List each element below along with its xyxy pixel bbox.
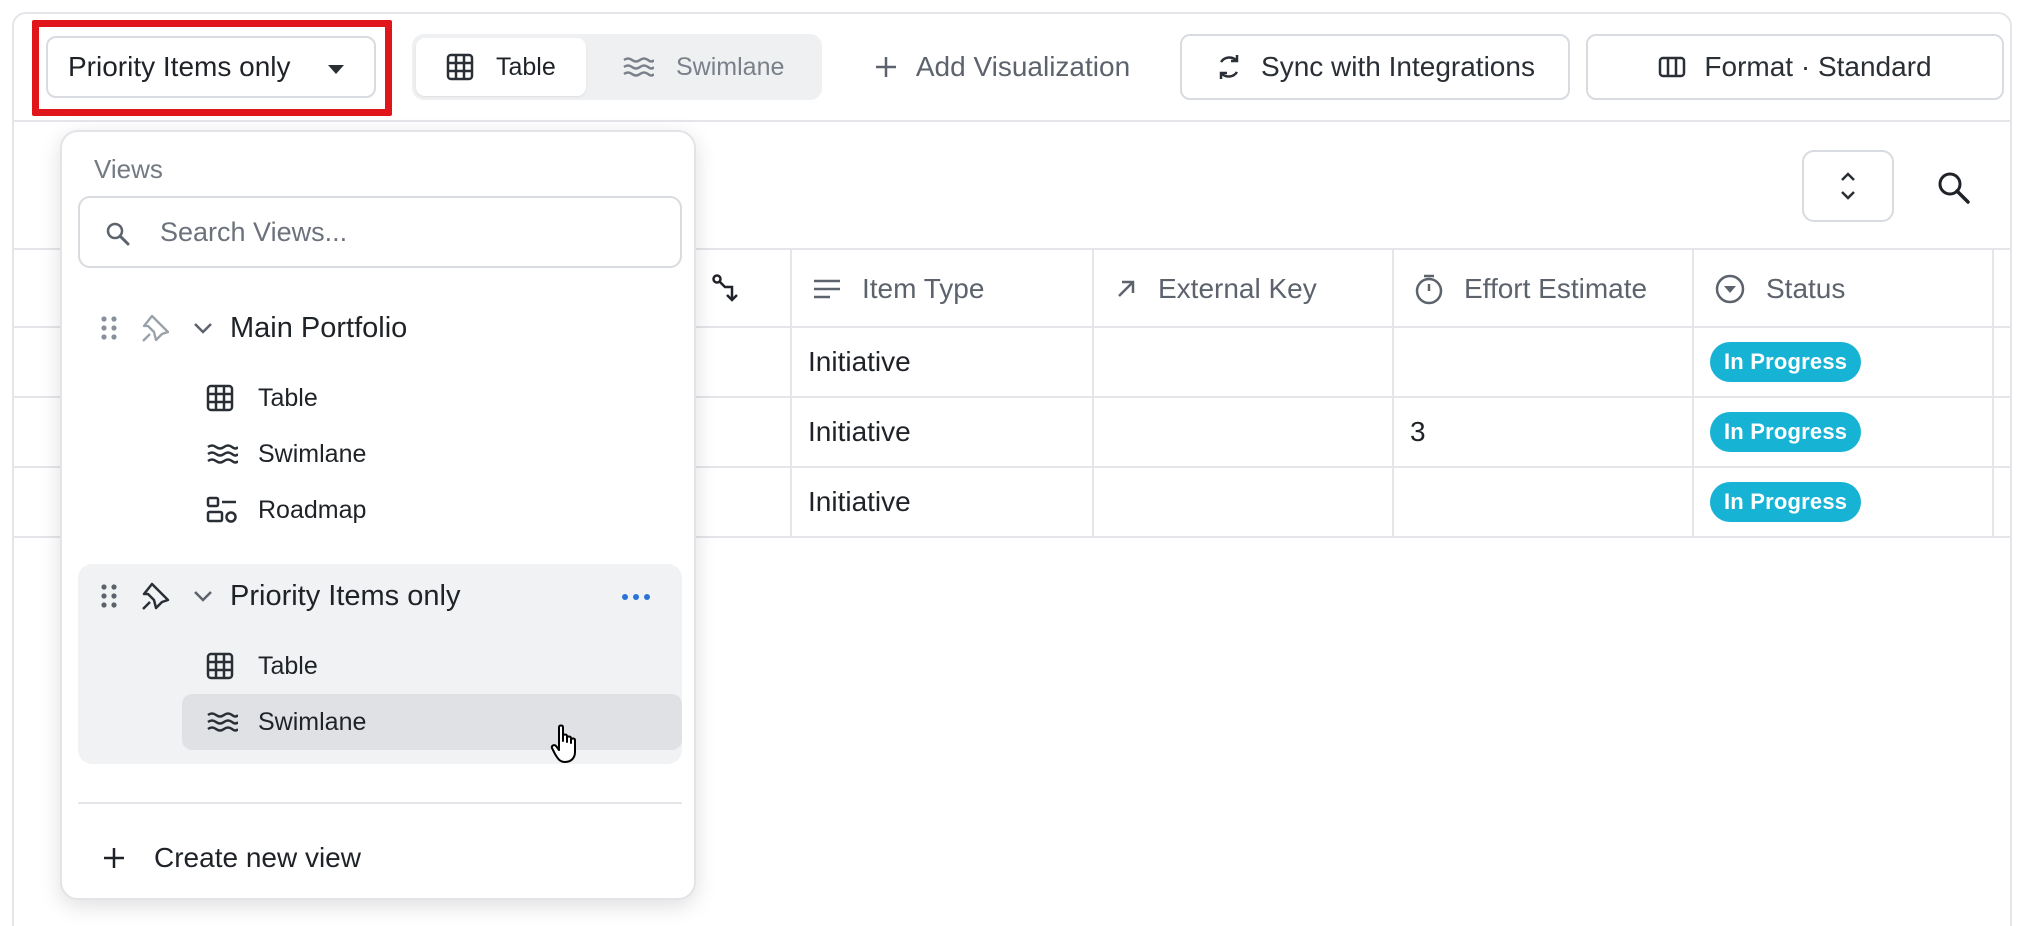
cell-item-type: Initiative [790,398,1092,466]
cell-overflow [1992,328,2010,396]
view-item-label: Swimlane [258,439,367,468]
toolbar: Priority Items only Table Swimlane Add V… [14,14,2010,122]
cell-status: In Progress [1692,328,1992,396]
roadmap-icon [206,496,237,523]
view-item-main-table[interactable]: Table [182,370,682,426]
plus-icon [875,57,896,77]
circle-caret-icon [1715,274,1745,304]
pin-icon[interactable] [140,580,172,612]
views-search-input[interactable] [160,212,660,252]
view-group-label: Priority Items only [230,579,461,612]
drag-handle-icon[interactable] [100,315,118,341]
cell-item-type: Initiative [790,328,1092,396]
cell-effort-estimate [1392,468,1692,536]
tab-table[interactable]: Table [416,38,586,96]
chevron-down-icon[interactable] [192,321,214,335]
view-item-priority-swimlane[interactable]: Swimlane [182,694,682,750]
column-header-branch[interactable] [690,250,788,328]
plus-icon [104,848,124,868]
tab-swimlane-label: Swimlane [676,52,785,81]
views-heading: Views [94,154,163,184]
app-frame: Priority Items only Table Swimlane Add V… [12,12,2012,926]
branch-icon [712,274,738,302]
swimlane-icon [207,444,238,464]
view-group-priority-items[interactable]: Priority Items only [62,568,694,624]
views-search-box [78,196,682,268]
status-badge: In Progress [1710,342,1862,382]
cell-external-key [1092,398,1392,466]
hand-cursor-icon [550,724,576,763]
chevron-up-down-icon [1841,172,1855,200]
cell-branch [690,468,790,536]
cell-external-key [1092,468,1392,536]
views-dropdown: Views Main Portfolio Table Swimlane Road… [60,130,696,900]
cell-status: In Progress [1692,468,1992,536]
stopwatch-icon [1415,274,1443,305]
sync-icon [1219,55,1239,79]
create-new-view-button[interactable]: Create new view [102,832,361,884]
more-options-icon[interactable] [622,594,650,600]
grid-icon [206,652,234,680]
view-selector-button[interactable]: Priority Items only [46,36,376,98]
cell-external-key [1092,328,1392,396]
pin-icon[interactable] [140,312,172,344]
column-header-effort-estimate[interactable]: Effort Estimate [1392,250,1692,328]
cell-overflow [1992,468,2010,536]
view-item-main-swimlane[interactable]: Swimlane [182,426,682,482]
caret-down-icon [328,65,344,74]
column-header-item-type[interactable]: Item Type [790,250,1090,328]
view-group-main-portfolio[interactable]: Main Portfolio [62,300,694,356]
tab-swimlane[interactable]: Swimlane [592,38,818,96]
arrow-up-right-icon [1118,280,1135,297]
status-badge: In Progress [1710,412,1862,452]
search-icon [106,222,130,246]
sync-integrations-button[interactable]: Sync with Integrations [1180,34,1570,100]
lines-icon [814,279,840,299]
expand-collapse-button[interactable] [1802,150,1894,222]
drag-handle-icon[interactable] [100,583,118,609]
chevron-down-icon[interactable] [192,589,214,603]
cell-branch [690,398,790,466]
view-item-priority-table[interactable]: Table [182,638,682,694]
grid-icon [446,53,474,81]
column-header-status[interactable]: Status [1692,250,1992,328]
dropdown-divider [78,802,682,804]
view-selector-label: Priority Items only [68,51,291,82]
view-item-label: Swimlane [258,707,367,736]
cell-effort-estimate [1392,328,1692,396]
column-header-overflow [1992,250,2010,328]
cell-item-type: Initiative [790,468,1092,536]
view-item-label: Table [258,383,318,412]
view-item-label: Roadmap [258,495,367,524]
create-new-view-label: Create new view [154,842,361,873]
tab-table-label: Table [496,52,556,81]
columns-icon [1659,56,1686,78]
status-badge: In Progress [1710,482,1862,522]
cell-branch [690,328,790,396]
view-item-main-roadmap[interactable]: Roadmap [182,482,682,538]
view-item-label: Table [258,651,318,680]
format-label: Format · Standard [1704,51,1932,82]
format-button[interactable]: Format · Standard [1586,34,2004,100]
cell-effort-estimate: 3 [1392,398,1692,466]
column-header-external-key[interactable]: External Key [1092,250,1392,328]
visualization-tabs: Table Swimlane [412,34,822,100]
sync-label: Sync with Integrations [1261,51,1535,82]
add-visualization-button[interactable]: Add Visualization [852,34,1152,100]
search-icon [1938,172,1970,204]
table-search-button[interactable] [1930,164,1978,212]
grid-icon [206,384,234,412]
add-visualization-label: Add Visualization [915,51,1131,82]
swimlane-icon [207,712,238,732]
cell-overflow [1992,398,2010,466]
view-group-label: Main Portfolio [230,311,408,344]
swimlane-icon [623,57,654,77]
cell-status: In Progress [1692,398,1992,466]
